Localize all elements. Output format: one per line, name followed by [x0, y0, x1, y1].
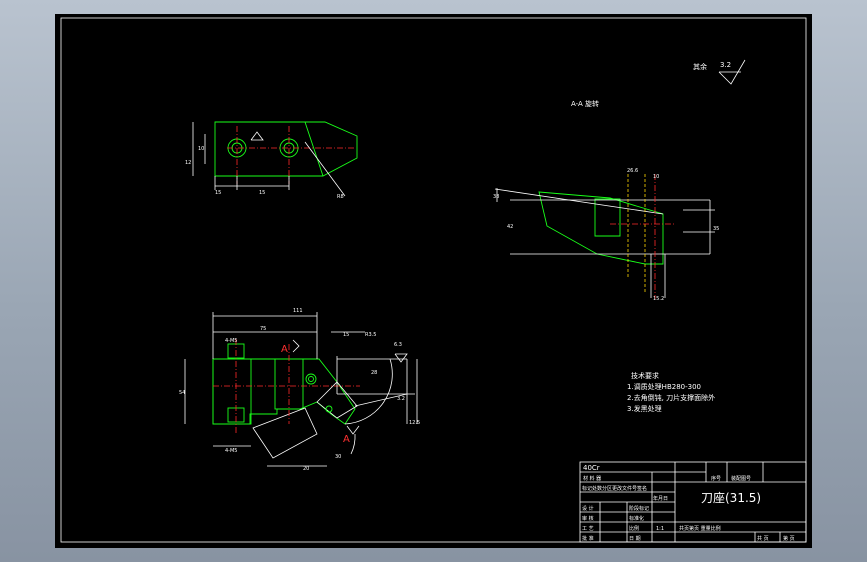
section-marker-top: A [281, 344, 288, 355]
process-label: 工 艺 [582, 526, 594, 532]
sec-dim-35: 35 [713, 226, 719, 232]
sheet-total: 共 页 [757, 535, 769, 542]
surface-finish-symbol: 其余 3.2 [693, 59, 746, 85]
tech-line-3: 3.发黑处理 [627, 404, 662, 413]
top-view: 15 15 12 10 R8 [185, 121, 358, 200]
seq-label: 序号 [711, 475, 721, 482]
design-label: 设 计 [582, 505, 594, 512]
top-dim-12: 12 [185, 160, 191, 166]
material-value: 40Cr [583, 464, 600, 472]
front-dim-3-2: 3.2 [397, 396, 405, 402]
check-label: 审 核 [582, 515, 594, 522]
tech-requirements: 技术要求 1.调质处理HB280-300 2.去角倒钝, 刀片支撑面除外 3.发… [627, 371, 715, 413]
front-dim-20: 20 [303, 466, 309, 472]
stage-label: 阶段标记 [629, 505, 649, 512]
cad-drawing: 其余 3.2 15 15 12 10 R8 A-A 旋转 26.6 10 38 … [60, 17, 807, 543]
small-header: 标记处数分区更改文件号签名 [582, 485, 647, 492]
sec-dim-26-6: 26.6 [627, 168, 638, 174]
front-dim-111: 111 [293, 308, 303, 314]
top-dim-15a: 15 [215, 190, 221, 196]
front-dim-r3-5: R3.5 [365, 332, 376, 338]
front-dim-75: 75 [260, 326, 266, 332]
part-name: 刀座(31.5) [701, 490, 761, 505]
front-dim-30: 30 [335, 454, 341, 460]
drawing-viewport[interactable]: 其余 3.2 15 15 12 10 R8 A-A 旋转 26.6 10 38 … [55, 14, 812, 548]
front-dim-6-3: 6.3 [394, 342, 402, 348]
tech-line-2: 2.去角倒钝, 刀片支撑面除外 [627, 393, 715, 402]
sec-dim-15-2: 15.2 [653, 296, 664, 302]
front-dim-4-m5a: 4-M5 [225, 338, 237, 344]
top-dim-15b: 15 [259, 190, 265, 196]
front-dim-12-5: 12.5 [409, 420, 420, 426]
bottom-note: 共页第页 重量比例 [679, 525, 721, 532]
sec-dim-38: 38 [493, 194, 499, 200]
section-marker-bottom: A [343, 434, 350, 445]
finish-label: 其余 [693, 62, 707, 71]
title-block: 40Cr 材 料 器 序号 装配图号 标记处数分区更改文件号签名 年月日 刀座(… [579, 461, 807, 543]
front-dim-28: 28 [371, 370, 377, 376]
asm-label: 装配图号 [731, 475, 751, 482]
date-label: 年月日 [653, 495, 668, 502]
front-dim-15: 15 [343, 332, 349, 338]
date-cell: 日 期 [629, 536, 641, 542]
front-view: 111 75 15 R3.5 28 54 6.3 4-M5 4-M5 20 30… [179, 308, 420, 472]
sec-dim-10: 10 [653, 174, 659, 180]
front-dim-54: 54 [179, 390, 185, 396]
scale-label: 比例 [629, 525, 639, 532]
material-label: 材 料 器 [583, 475, 601, 482]
sheet-no: 第 页 [783, 535, 795, 542]
tech-line-1: 1.调质处理HB280-300 [627, 382, 701, 391]
scale-value: 1:1 [656, 526, 664, 532]
section-label: A-A 旋转 [571, 99, 599, 108]
sec-dim-42: 42 [507, 224, 513, 230]
approve-label: 批 准 [582, 535, 594, 542]
finish-value: 3.2 [720, 61, 731, 69]
front-dim-4-m5b: 4-M5 [225, 448, 237, 454]
drawing-frame [60, 17, 807, 543]
section-view: A-A 旋转 26.6 10 38 35 42 15.2 [493, 99, 719, 302]
tech-heading: 技术要求 [631, 371, 659, 380]
top-dim-10: 10 [198, 146, 204, 152]
std-label: 标准化 [629, 515, 644, 522]
top-dim-r8: R8 [337, 194, 344, 200]
